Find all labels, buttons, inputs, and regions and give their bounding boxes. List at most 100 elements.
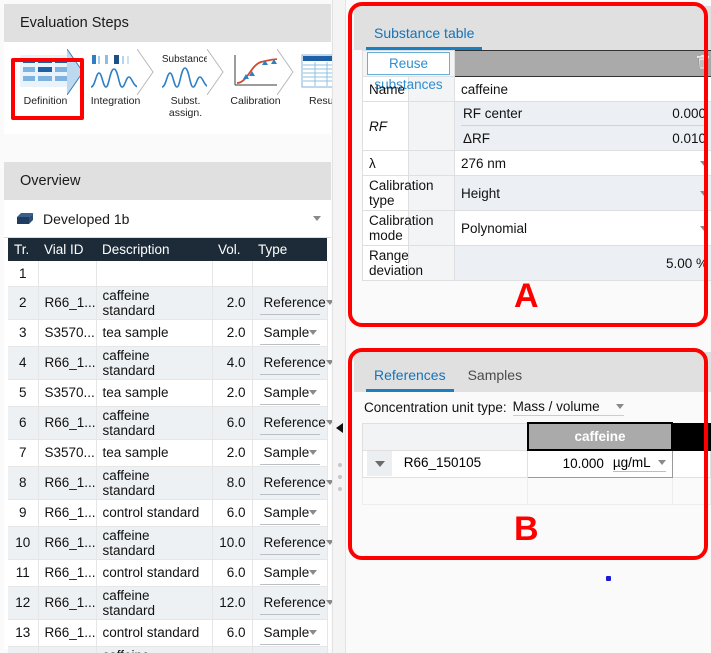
table-row[interactable]: 2R66_1...caffeine standard2.0Reference	[8, 286, 327, 319]
table-row[interactable]: 4R66_1...caffeine standard4.0Reference	[8, 346, 327, 379]
row-range-deviation-value[interactable]: 5.00 %	[455, 246, 711, 281]
trash-icon[interactable]	[697, 55, 709, 69]
table-row[interactable]: 8R66_1...caffeine standard8.0Reference	[8, 466, 327, 499]
row-calibration-mode-label: Calibration mode	[363, 211, 409, 246]
cell-type[interactable]: Reference	[252, 346, 327, 379]
type-dropdown[interactable]: Reference	[260, 351, 320, 375]
drag-dots-icon[interactable]	[338, 487, 342, 491]
cell-type[interactable]: Sample	[252, 499, 327, 526]
type-dropdown[interactable]: Sample	[260, 321, 320, 345]
cell-description: control standard	[96, 499, 212, 526]
substance-icon-caption: Substance	[162, 54, 209, 65]
chevron-down-icon[interactable]	[367, 451, 392, 476]
chevron-down-icon[interactable]	[700, 226, 708, 231]
cell-type[interactable]: Reference	[252, 286, 327, 319]
table-row[interactable]: 10R66_1...caffeine standard10.0Reference	[8, 526, 327, 559]
table-row[interactable]: 13R66_1...control standard6.0Sample	[8, 619, 327, 646]
tab-references[interactable]: References	[370, 367, 450, 392]
table-row[interactable]: 9R66_1...control standard6.0Sample	[8, 499, 327, 526]
type-dropdown[interactable]: Sample	[260, 621, 320, 645]
type-dropdown[interactable]: Reference	[260, 411, 320, 435]
cell-type[interactable]: Reference	[252, 526, 327, 559]
table-row[interactable]: 12R66_1...caffeine standard12.0Reference	[8, 586, 327, 619]
chevron-down-icon[interactable]	[700, 161, 708, 166]
table-row[interactable]: 7S3570...tea sample2.0Sample	[8, 439, 327, 466]
rf-center-row[interactable]: RF center 0.000	[461, 102, 708, 126]
type-dropdown-value: Sample	[264, 445, 310, 460]
chevron-down-icon[interactable]	[309, 390, 317, 395]
chevron-down-icon[interactable]	[309, 570, 317, 575]
cell-type[interactable]: Reference	[252, 406, 327, 439]
references-substance-header[interactable]: caffeine	[528, 423, 672, 450]
row-lambda-value-cell[interactable]: 276 nm	[455, 151, 711, 176]
type-dropdown[interactable]: Reference	[260, 531, 320, 555]
cell-type[interactable]	[252, 261, 327, 286]
cell-type[interactable]: Sample	[252, 379, 327, 406]
references-table: caffeine R66_150105 10.000 µg/mL	[362, 422, 711, 505]
delta-rf-row[interactable]: ΔRF 0.010	[461, 126, 708, 150]
row-calibration-type-value-cell[interactable]: Height	[455, 176, 711, 211]
cell-type[interactable]: Reference	[252, 586, 327, 619]
type-dropdown[interactable]: Reference	[260, 471, 320, 495]
cell-type[interactable]: Sample	[252, 559, 327, 586]
type-dropdown[interactable]: Reference	[260, 291, 320, 315]
type-dropdown[interactable]: Sample	[260, 381, 320, 405]
chevron-down-icon[interactable]	[313, 216, 321, 221]
chevron-down-icon[interactable]	[658, 460, 666, 465]
chevron-down-icon[interactable]	[309, 450, 317, 455]
cell-track: 4	[8, 346, 38, 379]
substance-column-header[interactable]	[455, 51, 711, 77]
row-calibration-type-value: Height	[461, 186, 500, 201]
row-calibration-type-label: Calibration type	[363, 176, 409, 211]
cell-vial-id: R66_1...	[38, 286, 96, 319]
type-dropdown[interactable]: Sample	[260, 441, 320, 465]
references-empty-header	[672, 423, 710, 450]
cell-type[interactable]: Sample	[252, 439, 327, 466]
cell-volume: 6.0	[212, 406, 252, 439]
row-name-value[interactable]: caffeine	[455, 77, 711, 102]
step-definition[interactable]: Definition	[15, 49, 76, 127]
table-row[interactable]: 1	[8, 261, 327, 286]
plate-selector[interactable]: Developed 1b	[4, 200, 331, 238]
evaluation-steps-panel: Evaluation Steps	[4, 4, 331, 134]
table-row[interactable]: 11R66_1...control standard6.0Sample	[8, 559, 327, 586]
collapse-left-arrow-icon[interactable]	[336, 423, 343, 433]
table-row[interactable]: 6R66_1...caffeine standard6.0Reference	[8, 406, 327, 439]
drag-dots-icon[interactable]	[338, 475, 342, 479]
tab-substance-table[interactable]: Substance table	[370, 25, 478, 50]
row-calibration-mode-value-cell[interactable]: Polynomial	[455, 211, 711, 246]
step-subst-assign[interactable]: Substance Subst. assign.	[155, 49, 216, 127]
cell-type[interactable]: Reference	[252, 466, 327, 499]
cell-type[interactable]: Sample	[252, 319, 327, 346]
cell-vial-id: S3570...	[38, 319, 96, 346]
plate-box-icon	[16, 212, 34, 226]
cell-volume: 6.0	[212, 559, 252, 586]
chevron-down-icon[interactable]	[309, 510, 317, 515]
drag-dots-icon[interactable]	[338, 463, 342, 467]
concentration-unit-type-select[interactable]: Mass / volume	[513, 399, 624, 416]
cell-type[interactable]: Sample	[252, 619, 327, 646]
table-row[interactable]: 14R66_1...caffeine standard14.0Reference	[8, 646, 327, 653]
step-calibration[interactable]: Calibration	[225, 49, 286, 127]
table-row[interactable]: 3S3570...tea sample2.0Sample	[8, 319, 327, 346]
reuse-substances-button[interactable]: Reuse substances	[367, 52, 450, 75]
reference-unit-select[interactable]: µg/mL	[613, 455, 666, 472]
panel-splitter[interactable]	[332, 0, 346, 653]
step-integration[interactable]: Integration	[85, 49, 146, 127]
type-dropdown[interactable]: Sample	[260, 561, 320, 585]
reference-concentration-cell[interactable]: 10.000 µg/mL	[528, 450, 672, 477]
cell-volume: 2.0	[212, 379, 252, 406]
cell-type[interactable]: Reference	[252, 646, 327, 653]
cell-vial-id: R66_1...	[38, 619, 96, 646]
references-header-row: caffeine	[363, 423, 711, 450]
table-row[interactable]: 5S3570...tea sample2.0Sample	[8, 379, 327, 406]
chevron-down-icon[interactable]	[309, 330, 317, 335]
reference-vial-cell[interactable]: R66_150105	[363, 450, 528, 477]
chevron-down-icon[interactable]	[700, 191, 708, 196]
type-dropdown[interactable]: Reference	[260, 591, 320, 615]
tab-samples[interactable]: Samples	[464, 367, 526, 392]
chevron-down-icon[interactable]	[616, 404, 624, 409]
chevron-down-icon[interactable]	[309, 630, 317, 635]
type-dropdown[interactable]: Sample	[260, 501, 320, 525]
cell-vial-id: R66_1...	[38, 406, 96, 439]
